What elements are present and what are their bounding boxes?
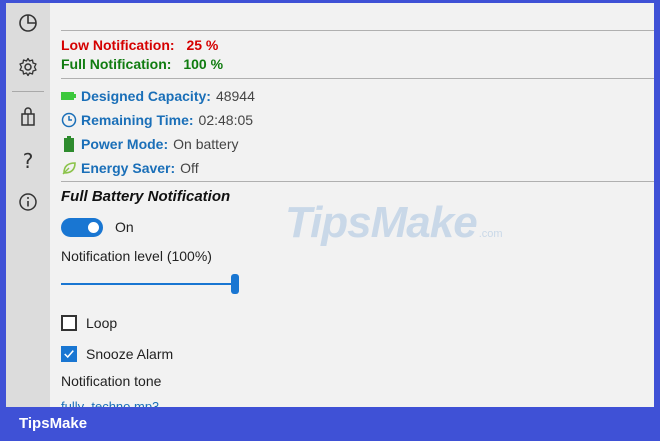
power-mode-value: On battery (173, 136, 239, 152)
sidebar-item-store[interactable] (6, 101, 50, 133)
energy-saver-value: Off (180, 160, 199, 176)
loop-checkbox-row[interactable]: Loop (61, 315, 117, 331)
loop-label: Loop (86, 315, 118, 331)
clock-icon (60, 111, 78, 129)
power-mode-row: Power Mode: On battery (60, 135, 239, 153)
designed-capacity-row: Designed Capacity: 48944 (60, 87, 255, 105)
checkmark-icon (64, 350, 74, 359)
toggle-state-label: On (115, 219, 134, 235)
energy-saver-row: Energy Saver: Off (60, 159, 199, 177)
leaf-icon (60, 159, 78, 177)
low-notification-label: Low Notification: (61, 37, 175, 53)
footer-bar: TipsMake (0, 407, 660, 441)
question-icon: ? (22, 149, 34, 173)
divider (61, 30, 654, 31)
footer-brand: TipsMake (19, 415, 88, 432)
designed-capacity-value: 48944 (215, 88, 255, 104)
divider (61, 78, 654, 79)
main-panel: Low Notification: 25 % Full Notification… (50, 3, 654, 407)
full-notification-label: Full Notification: (61, 56, 172, 72)
divider (61, 181, 654, 182)
energy-saver-label: Energy Saver: (81, 160, 176, 176)
notification-tone-file-link[interactable]: fully_techno.mp3 (61, 399, 159, 407)
remaining-time-label: Remaining Time: (81, 112, 194, 128)
watermark-suffix: .com (478, 228, 503, 240)
watermark: TipsMake .com (285, 198, 503, 248)
remaining-time-value: 02:48:05 (198, 112, 254, 128)
battery-vertical-icon (60, 135, 78, 153)
pie-chart-icon (19, 14, 37, 32)
designed-capacity-label: Designed Capacity: (81, 88, 211, 104)
sidebar: ? (6, 3, 50, 407)
sidebar-item-about[interactable] (6, 186, 50, 218)
remaining-time-row: Remaining Time: 02:48:05 (60, 111, 253, 129)
sidebar-item-help[interactable]: ? (6, 145, 50, 177)
sidebar-item-settings[interactable] (6, 51, 50, 83)
slider-track (61, 283, 235, 285)
snooze-alarm-label: Snooze Alarm (86, 346, 174, 362)
battery-gauge-ring (94, 3, 294, 29)
full-battery-toggle[interactable] (61, 218, 103, 237)
watermark-text: TipsMake (285, 198, 478, 247)
power-mode-label: Power Mode: (81, 136, 169, 152)
notification-level-slider[interactable] (61, 272, 241, 296)
battery-app-window: ? Low Notification: 25 % Full Notificati… (6, 3, 654, 407)
sidebar-divider (12, 91, 44, 92)
notification-level-label: Notification level (100%) (61, 248, 212, 264)
gift-icon (21, 107, 35, 126)
low-notification-row: Low Notification: 25 % (61, 37, 218, 53)
notification-tone-label: Notification tone (61, 373, 162, 389)
low-notification-value: 25 % (186, 37, 219, 53)
sidebar-item-overview[interactable] (6, 7, 50, 39)
toggle-knob (88, 222, 99, 233)
gear-icon (19, 57, 37, 77)
info-icon (19, 193, 37, 211)
loop-checkbox[interactable] (61, 315, 77, 331)
snooze-alarm-checkbox[interactable] (61, 346, 77, 362)
snooze-checkbox-row[interactable]: Snooze Alarm (61, 346, 173, 362)
full-battery-section-title: Full Battery Notification (61, 188, 231, 205)
full-notification-row: Full Notification: 100 % (61, 56, 223, 72)
slider-thumb[interactable] (231, 274, 239, 294)
battery-full-icon (60, 87, 78, 105)
full-notification-value: 100 % (183, 56, 224, 72)
